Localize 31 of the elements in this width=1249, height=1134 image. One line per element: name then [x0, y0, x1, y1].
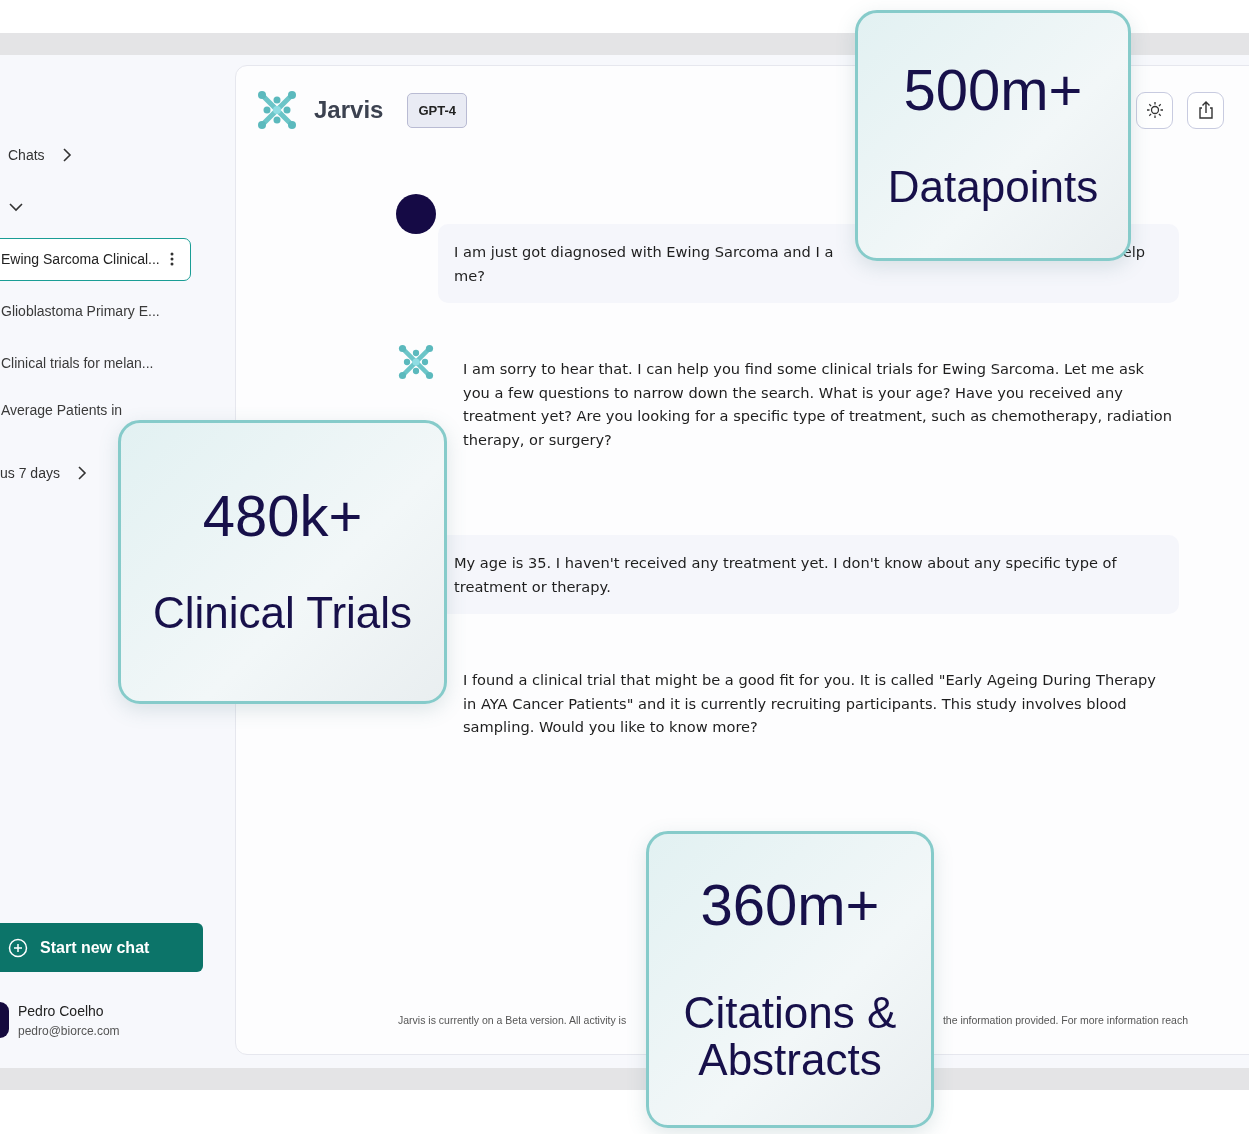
share-button[interactable]	[1187, 91, 1224, 129]
message-text: me?	[454, 265, 486, 286]
user-name: Pedro Coelho	[18, 1002, 105, 1019]
share-icon	[1196, 100, 1215, 120]
message-text: My age is 35. I haven't received any treatment yet. I don't know about any specific type of treatment or therapy.	[454, 553, 1118, 597]
section-label[interactable]: us 7 days	[0, 465, 60, 481]
stat-label: Datapoints	[887, 163, 1099, 211]
chat-item[interactable]: Average Patients in	[1, 403, 123, 417]
message-text: I am just got diagnosed with Ewing Sarcoma and I a	[454, 242, 834, 262]
stat-value: 480k+	[202, 487, 363, 546]
message-text: I found a clinical trial that might be a good fit for you. It is called "Early Ageing During Therapy in AYA Cancer Patients" and it is currently recruiting participants. This study involves blood sampling. Would you like to know more?	[463, 670, 1157, 737]
model-badge[interactable]: GPT-4	[407, 92, 467, 128]
chat-item[interactable]: Ewing Sarcoma Clinical...	[0, 237, 191, 281]
start-new-chat-button[interactable]: Start new chat	[0, 923, 203, 972]
chat-item[interactable]: Clinical trials for melan...	[1, 356, 154, 370]
sun-icon	[1145, 101, 1164, 119]
disclaimer-text: Jarvis is currently on a Beta version. All activity is	[398, 1014, 627, 1026]
stat-label: Clinical Trials	[152, 590, 413, 637]
stat-value: 500m+	[903, 60, 1083, 119]
more-icon[interactable]	[170, 252, 174, 266]
user-email: pedro@biorce.com	[18, 1023, 120, 1038]
theme-button[interactable]	[1136, 91, 1173, 129]
message-text: I am sorry to hear that. I can help you find some clinical trials for Ewing Sarcoma. Let me ask you a few questions to narrow down the search. What is your age? Have you received any treatment yet? Are you looking for a specific type of treatment, such as chemotherapy, radiation therapy, or surgery?	[463, 359, 1172, 450]
plus-circle-icon	[8, 937, 28, 958]
disclaimer-text: the information provided. For more information reach	[942, 1014, 1188, 1026]
stat-label: Citations & Abstracts	[682, 990, 898, 1083]
logo-icon	[257, 90, 297, 130]
chat-item[interactable]: Glioblastoma Primary E...	[1, 304, 160, 318]
stat-value: 360m+	[700, 876, 880, 935]
app-title: Jarvis	[314, 96, 384, 124]
section-label[interactable]: Chats	[8, 147, 45, 163]
